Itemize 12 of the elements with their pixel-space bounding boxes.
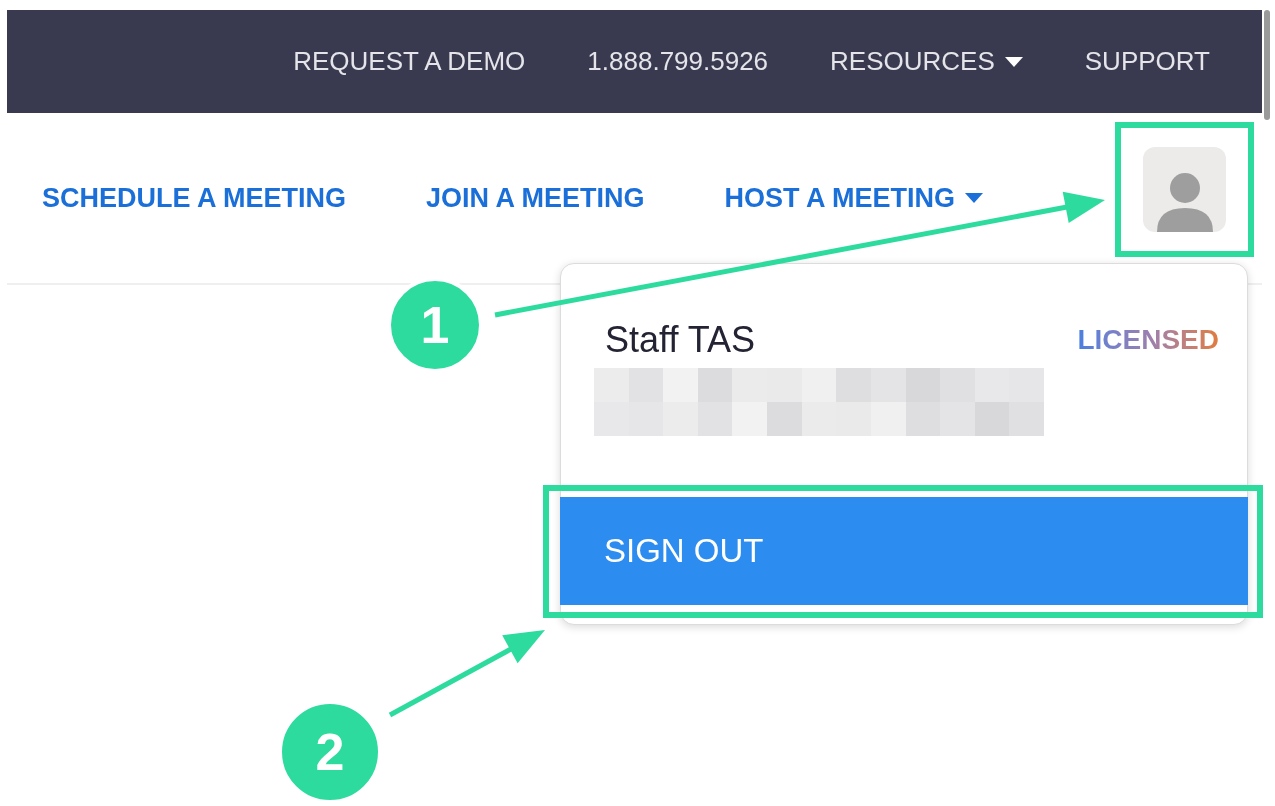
nav-link[interactable]: SCHEDULE A MEETING [42,177,346,219]
caret-icon [965,193,984,203]
scrollbar[interactable] [1264,10,1270,120]
nav-link[interactable]: HOST A MEETING [724,177,984,219]
nav-link[interactable]: JOIN A MEETING [426,177,645,219]
caret-icon [1004,56,1023,67]
nav-link[interactable]: 1.888.799.5926 [587,42,769,81]
nav-link[interactable]: SUPPORT [1084,42,1210,81]
avatar[interactable] [1143,147,1226,232]
user-name: Staff TAS [605,322,756,358]
nav-link[interactable]: RESOURCES [830,42,1023,81]
nav-link[interactable]: REQUEST A DEMO [293,42,526,81]
